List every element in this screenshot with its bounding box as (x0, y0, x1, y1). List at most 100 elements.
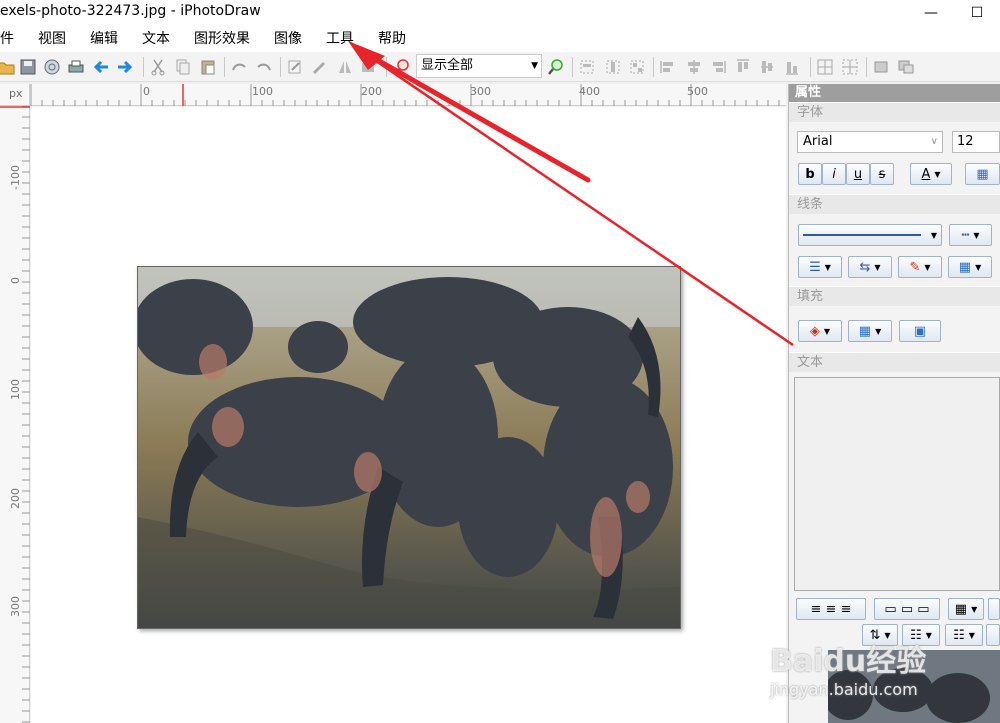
distribute-h-icon[interactable] (733, 57, 753, 77)
rotate-right-icon[interactable] (254, 57, 274, 77)
align-middle-icon[interactable] (684, 57, 704, 77)
window-title: exels-photo-322473.jpg - iPhotoDraw (0, 3, 261, 19)
chevron-down-icon: ▼ (924, 262, 931, 272)
cut-icon[interactable] (148, 57, 168, 77)
chevron-down-icon: ▼ (975, 262, 982, 272)
crop-icon[interactable] (358, 57, 378, 77)
chevron-down-icon: ∨ (930, 136, 938, 147)
fill-pattern-select[interactable]: ▦ ▼ (848, 320, 892, 342)
image-icon: ▣ (913, 323, 927, 339)
menu-text[interactable]: 文本 (130, 26, 182, 52)
open-icon[interactable] (0, 57, 16, 77)
font-color-button[interactable]: A ▼ (910, 163, 952, 185)
align-center-icon[interactable] (603, 57, 623, 77)
copy-icon[interactable] (173, 57, 193, 77)
section-line[interactable]: 线条 (789, 194, 1000, 214)
more-button[interactable] (988, 598, 1000, 620)
paint-bucket-icon: ◈ (809, 323, 820, 339)
ruler-label: 400 (579, 85, 600, 98)
baidu-watermark-url: jingyan.baidu.com (770, 680, 918, 699)
zoom-in-icon[interactable] (546, 57, 566, 77)
chevron-down-icon: ▼ (971, 604, 978, 614)
align-center-icon: ≡ (825, 601, 837, 617)
text-grid-select[interactable]: ▦ ▼ (948, 598, 984, 620)
layer2-icon[interactable] (896, 57, 916, 77)
menu-help[interactable]: 帮助 (366, 26, 418, 52)
chevron-down-icon: ▼ (824, 262, 831, 272)
section-fill[interactable]: 填充 (789, 286, 1000, 306)
ruler-label: 100 (252, 85, 273, 98)
chevron-down-icon: ▼ (934, 169, 941, 179)
fill-image-button[interactable]: ▣ (899, 320, 941, 342)
ruler-label: 200 (9, 488, 22, 509)
flip-icon[interactable] (335, 57, 355, 77)
section-font[interactable]: 字体 (789, 102, 1000, 122)
zoom-icon[interactable] (392, 57, 412, 77)
font-color-glyph: A (921, 166, 931, 182)
edit-icon[interactable] (285, 57, 305, 77)
bold-button[interactable]: b (798, 163, 822, 185)
ruler-label: 0 (9, 277, 22, 284)
horizontal-ruler: 0 100 200 300 400 500 (0, 84, 786, 106)
globe-icon[interactable] (42, 57, 62, 77)
rotate-left-icon[interactable] (229, 57, 249, 77)
align-bottom2-icon[interactable] (782, 57, 802, 77)
font-name-value: Arial (803, 134, 833, 149)
arrow-style-select[interactable]: ⇆ ▼ (848, 256, 892, 278)
menu-edit[interactable]: 编辑 (78, 26, 130, 52)
numbered-list-select[interactable]: ☷ ▼ (945, 624, 983, 646)
ruler-label: -100 (9, 165, 22, 190)
align-left-icon: ≡ (810, 601, 822, 617)
ruler-label: 300 (9, 596, 22, 617)
vertical-align-group[interactable]: ▭ ▭ ▭ (874, 598, 940, 620)
fill-color-select[interactable]: ◈ ▼ (798, 320, 842, 342)
text-grid-button[interactable]: ▦ (965, 163, 1000, 185)
redo-icon[interactable] (115, 57, 135, 77)
align-left-icon[interactable] (577, 57, 597, 77)
elephant-photo[interactable] (137, 266, 681, 629)
zoom-select[interactable]: 显示全部 ▼ (416, 54, 542, 78)
menu-image[interactable]: 图像 (262, 26, 314, 52)
line-style-select[interactable]: ▼ (798, 224, 942, 246)
text-content-area[interactable] (794, 377, 1000, 591)
menu-tools[interactable]: 工具 (314, 26, 366, 52)
ungroup-icon[interactable] (840, 57, 860, 77)
group-icon[interactable] (815, 57, 835, 77)
align-bottom-icon[interactable] (708, 57, 728, 77)
dash-style-select[interactable]: ┅ ▼ (949, 224, 992, 246)
save-icon[interactable] (18, 57, 38, 77)
print-icon[interactable] (66, 57, 86, 77)
menu-effects[interactable]: 图形效果 (182, 26, 262, 52)
strike-button[interactable]: s (870, 163, 894, 185)
menu-file[interactable]: 件 (0, 26, 26, 52)
section-text[interactable]: 文本 (789, 352, 1000, 372)
font-size-select[interactable]: 12 (952, 131, 1000, 153)
chevron-down-icon: ▼ (874, 262, 881, 272)
italic-button[interactable]: i (822, 163, 846, 185)
valign-top-icon: ▭ (884, 601, 897, 617)
line-preview (803, 234, 921, 236)
line-color-select[interactable]: ✎ ▼ (898, 256, 942, 278)
font-name-select[interactable]: Arial ∨ (797, 131, 943, 153)
chevron-down-icon: ▼ (823, 326, 831, 336)
brush-icon[interactable] (310, 57, 330, 77)
maximize-button[interactable]: ☐ (954, 0, 1000, 26)
layer-icon[interactable] (871, 57, 891, 77)
minimize-button[interactable]: — (908, 0, 954, 26)
numbered-list-icon: ☷ (953, 627, 965, 643)
text-align-group[interactable]: ≡ ≡ ≡ (796, 598, 866, 620)
underline-button[interactable]: u (846, 163, 870, 185)
line-grid-select[interactable]: ▦ ▼ (948, 256, 992, 278)
distribute-v-icon[interactable] (757, 57, 777, 77)
paste-icon[interactable] (198, 57, 218, 77)
ruler-label: 100 (9, 379, 22, 400)
ruler-label: 0 (143, 85, 150, 98)
align-right-icon[interactable] (627, 57, 647, 77)
ruler-label: 300 (470, 85, 491, 98)
menu-view[interactable]: 视图 (26, 26, 78, 52)
line-width-select[interactable]: ☰ ▼ (798, 256, 842, 278)
link-button[interactable] (986, 624, 1000, 646)
undo-icon[interactable] (91, 57, 111, 77)
align-top-icon[interactable] (658, 57, 678, 77)
ruler-unit: px (0, 84, 30, 106)
